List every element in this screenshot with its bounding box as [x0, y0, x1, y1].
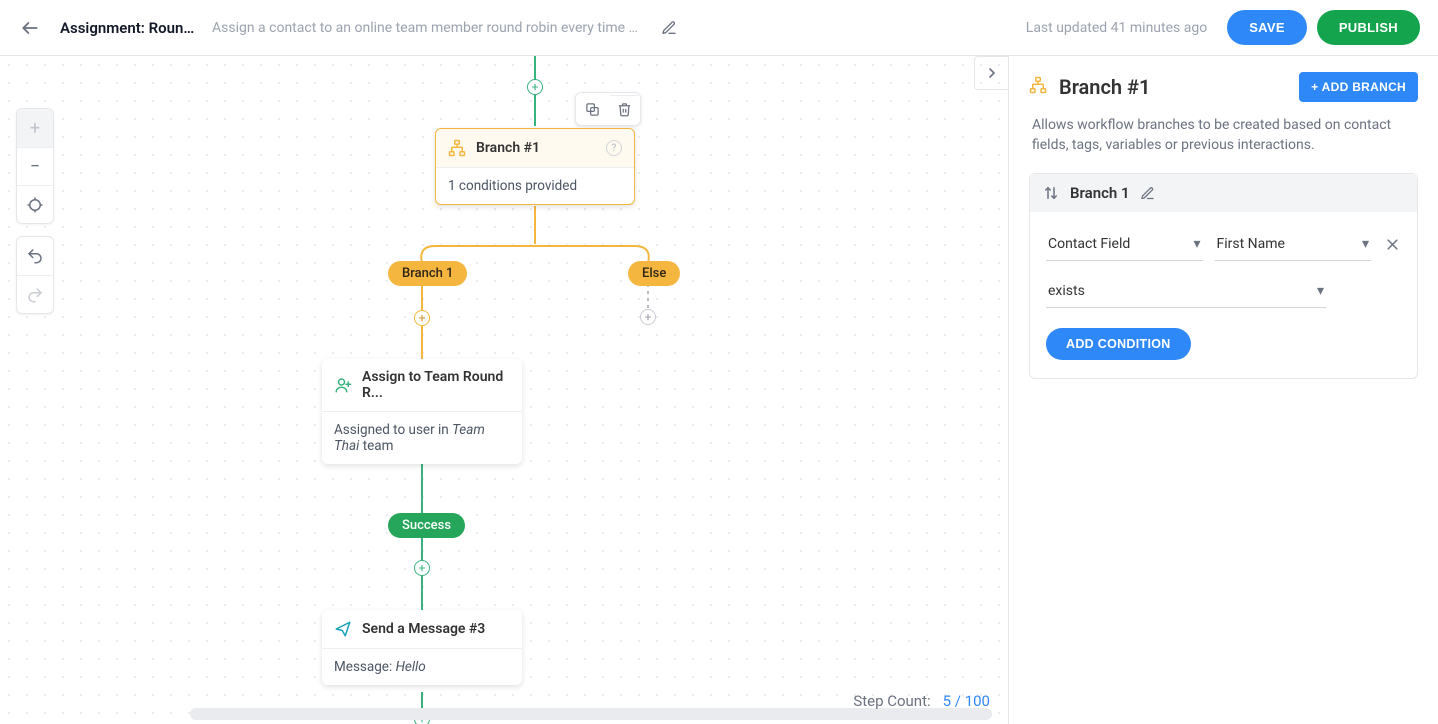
add-condition-button[interactable]: ADD CONDITION: [1046, 328, 1191, 360]
add-step-top[interactable]: +: [527, 79, 543, 95]
last-updated-label: Last updated 41 minutes ago: [1026, 20, 1207, 36]
remove-condition-icon[interactable]: [1383, 237, 1401, 252]
back-icon[interactable]: [18, 16, 42, 40]
edit-title-icon[interactable]: [660, 19, 678, 37]
panel-title: Branch #1: [1059, 75, 1287, 99]
field-type-select[interactable]: Contact Field ▾: [1046, 228, 1203, 261]
field-name-select[interactable]: First Name ▾: [1215, 228, 1372, 261]
assign-icon: [334, 376, 352, 394]
branch-node-summary: 1 conditions provided: [436, 168, 634, 204]
add-step-after-assign[interactable]: +: [414, 560, 430, 576]
publish-button[interactable]: PUBLISH: [1317, 10, 1420, 45]
reorder-icon[interactable]: [1042, 184, 1060, 202]
assign-node[interactable]: Assign to Team Round R... Assigned to us…: [322, 359, 522, 464]
send-icon: [334, 620, 352, 638]
page-subtitle: Assign a contact to an online team membe…: [212, 20, 642, 36]
send-message-node[interactable]: Send a Message #3 Message: Hello: [322, 610, 522, 685]
branch-node-title: Branch #1: [476, 140, 540, 156]
add-branch-button[interactable]: + ADD BRANCH: [1299, 72, 1418, 102]
zoom-in-button[interactable]: +: [17, 109, 53, 147]
help-icon[interactable]: ?: [606, 140, 622, 156]
step-count-label: Step Count:: [853, 692, 930, 710]
branch-config-card: Branch 1 Contact Field ▾ First Name ▾: [1029, 173, 1418, 379]
redo-button[interactable]: [17, 275, 53, 313]
zoom-out-button[interactable]: −: [17, 147, 53, 185]
send-node-body: Message: Hello: [322, 649, 522, 685]
history-toolbar: [16, 236, 54, 314]
success-pill: Success: [388, 513, 465, 538]
duplicate-node-icon[interactable]: [578, 95, 606, 123]
send-node-title: Send a Message #3: [362, 621, 485, 637]
assign-node-title: Assign to Team Round R...: [362, 369, 510, 401]
assign-node-body: Assigned to user in Team Thai team: [322, 412, 522, 464]
save-button[interactable]: SAVE: [1227, 10, 1307, 45]
edit-branch-name-icon[interactable]: [1140, 186, 1155, 201]
else-pill[interactable]: Else: [628, 261, 680, 286]
chevron-down-icon: ▾: [1193, 236, 1200, 252]
undo-button[interactable]: [17, 237, 53, 275]
add-step-else[interactable]: +: [640, 309, 656, 325]
zoom-toolbar: + −: [16, 108, 54, 224]
chevron-down-icon: ▾: [1362, 236, 1369, 252]
page-title: Assignment: Round...: [60, 19, 200, 37]
panel-branch-icon: [1029, 76, 1047, 98]
step-count-value: 5 / 100: [943, 692, 990, 710]
recenter-button[interactable]: [17, 185, 53, 223]
operator-select[interactable]: exists ▾: [1046, 275, 1326, 308]
branch-node[interactable]: Branch #1 ? 1 conditions provided: [435, 128, 635, 205]
properties-panel: Branch #1 + ADD BRANCH Allows workflow b…: [1008, 56, 1438, 724]
add-step-branch1[interactable]: +: [414, 310, 430, 326]
branch-name-label: Branch 1: [1070, 184, 1130, 202]
delete-node-icon[interactable]: [610, 95, 638, 123]
step-count: Step Count: 5 / 100: [853, 692, 990, 710]
panel-description: Allows workflow branches to be created b…: [1032, 116, 1415, 155]
branch-icon: [448, 139, 466, 157]
chevron-down-icon: ▾: [1317, 283, 1324, 299]
workflow-canvas[interactable]: + Branch #1 ? 1 conditions provided Bran…: [0, 56, 1008, 724]
branch1-pill[interactable]: Branch 1: [388, 261, 467, 286]
